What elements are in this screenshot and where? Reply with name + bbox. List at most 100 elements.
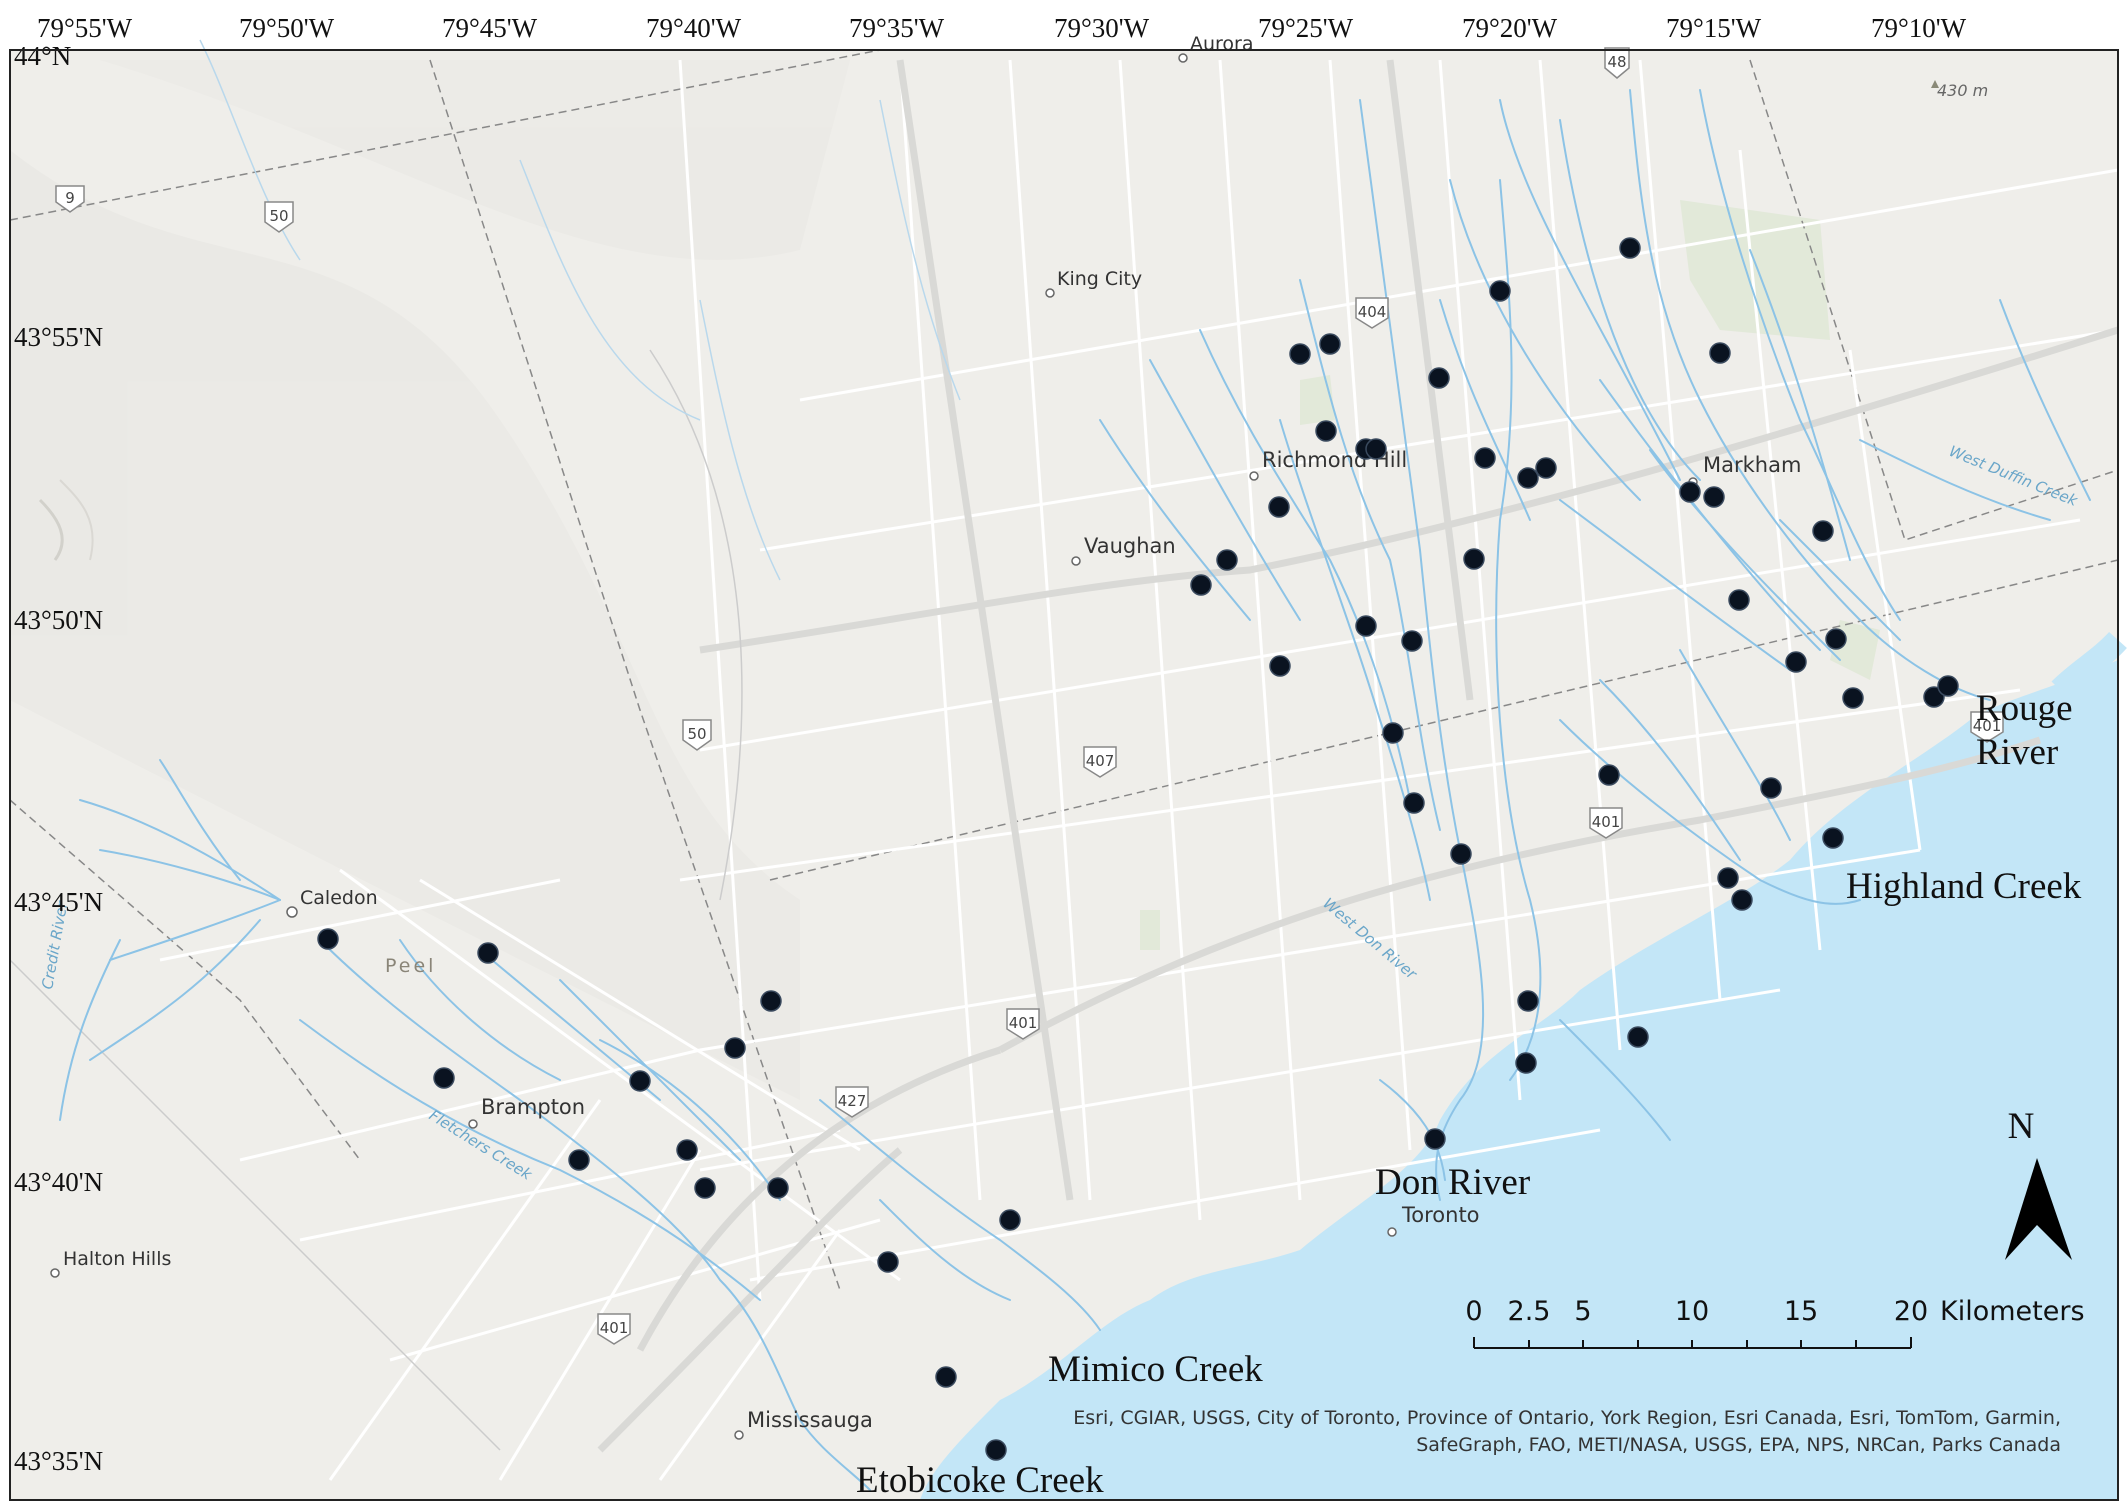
sampling-site <box>1517 990 1539 1012</box>
shield-9-label: 9 <box>65 189 75 207</box>
sampling-site <box>760 990 782 1012</box>
sampling-site <box>1627 1026 1649 1048</box>
label-etobicoke-creek: Etobicoke Creek <box>856 1460 1104 1501</box>
place-brampton: Brampton <box>481 1095 585 1119</box>
shield-401-west-label: 401 <box>600 1319 629 1337</box>
sampling-site <box>1424 1128 1446 1150</box>
north-arrow-label: N <box>2008 1106 2035 1147</box>
label-rouge-line1: Rouge <box>1976 688 2073 729</box>
label-mimico-creek: Mimico Creek <box>1048 1349 1263 1390</box>
lon-label-79-25: 79°25'W <box>1258 13 1354 43</box>
sampling-site <box>1709 342 1731 364</box>
label-rouge-line2: River <box>1976 732 2058 773</box>
sampling-site <box>1937 675 1959 697</box>
sampling-site <box>935 1366 957 1388</box>
place-aurora: Aurora <box>1190 33 1254 55</box>
lat-label-43-55: 43°55'N <box>14 322 103 352</box>
lon-label-79-30: 79°30'W <box>1054 13 1150 43</box>
sampling-site <box>1401 630 1423 652</box>
sampling-site <box>433 1067 455 1089</box>
sampling-site <box>1728 589 1750 611</box>
sampling-site <box>1619 237 1641 259</box>
shield-48-label: 48 <box>1607 53 1626 71</box>
sampling-site <box>1190 574 1212 596</box>
scale-tick-0: 0 <box>1465 1296 1482 1327</box>
place-caledon: Caledon <box>300 887 378 909</box>
sampling-site <box>477 942 499 964</box>
sampling-site <box>694 1177 716 1199</box>
shield-401-east-label: 401 <box>1592 813 1621 831</box>
scale-tick-2-5: 2.5 <box>1508 1296 1551 1327</box>
lon-label-79-35: 79°35'W <box>849 13 945 43</box>
shield-401-central-label: 401 <box>1009 1014 1038 1032</box>
sampling-site <box>1842 687 1864 709</box>
sampling-site <box>767 1177 789 1199</box>
shield-50-north-label: 50 <box>269 207 288 225</box>
sampling-site <box>1268 496 1290 518</box>
place-toronto: Toronto <box>1401 1203 1480 1227</box>
lon-label-79-10: 79°10'W <box>1871 13 1967 43</box>
lat-label-43-50: 43°50'N <box>14 605 103 635</box>
sampling-site <box>629 1070 651 1092</box>
lat-label-43-45: 43°45'N <box>14 887 103 917</box>
shield-50-south-label: 50 <box>687 725 706 743</box>
sampling-site <box>1760 777 1782 799</box>
lon-label-79-50: 79°50'W <box>239 13 335 43</box>
lat-label-43-40: 43°40'N <box>14 1167 103 1197</box>
sampling-site <box>1319 333 1341 355</box>
label-highland-creek: Highland Creek <box>1846 866 2082 907</box>
attribution-line2: SafeGraph, FAO, METI/NASA, USGS, EPA, NP… <box>1416 1434 2061 1456</box>
lon-label-79-55: 79°55'W <box>37 13 133 43</box>
sampling-site <box>1515 1052 1537 1074</box>
lon-label-79-20: 79°20'W <box>1462 13 1558 43</box>
sampling-site <box>1822 827 1844 849</box>
lat-label-44: 44°N <box>14 41 71 71</box>
sampling-site <box>1450 843 1472 865</box>
sampling-site <box>1315 420 1337 442</box>
label-don-river: Don River <box>1375 1162 1530 1203</box>
sampling-site <box>568 1149 590 1171</box>
sampling-site <box>1463 548 1485 570</box>
scale-tick-5: 5 <box>1574 1296 1591 1327</box>
region-label-peel: Peel <box>385 955 436 977</box>
sampling-site <box>1812 520 1834 542</box>
scale-tick-10: 10 <box>1675 1296 1709 1327</box>
sampling-site <box>1489 280 1511 302</box>
sampling-site <box>676 1139 698 1161</box>
sampling-site <box>1269 655 1291 677</box>
sampling-site <box>1535 457 1557 479</box>
sampling-site <box>1717 867 1739 889</box>
lon-label-79-15: 79°15'W <box>1666 13 1762 43</box>
sampling-site <box>1355 615 1377 637</box>
sampling-site <box>999 1209 1021 1231</box>
sampling-site <box>1289 343 1311 365</box>
sampling-site <box>1785 651 1807 673</box>
sampling-site <box>1703 486 1725 508</box>
attribution-line1: Esri, CGIAR, USGS, City of Toronto, Prov… <box>1073 1407 2061 1429</box>
sampling-site <box>1517 467 1539 489</box>
sampling-site <box>1474 447 1496 469</box>
scale-tick-15: 15 <box>1784 1296 1818 1327</box>
sampling-site <box>1403 792 1425 814</box>
place-mississauga: Mississauga <box>747 1408 873 1432</box>
place-king-city: King City <box>1057 268 1142 290</box>
place-markham: Markham <box>1703 453 1801 477</box>
sampling-site <box>1365 438 1387 460</box>
place-vaughan: Vaughan <box>1084 534 1176 558</box>
place-halton-hills: Halton Hills <box>63 1248 171 1270</box>
shield-404-label: 404 <box>1358 303 1387 321</box>
lat-label-43-35: 43°35'N <box>14 1446 103 1476</box>
sampling-site <box>1731 889 1753 911</box>
sampling-site <box>877 1251 899 1273</box>
shield-407-label: 407 <box>1086 752 1115 770</box>
sampling-site <box>1216 549 1238 571</box>
lon-label-79-40: 79°40'W <box>646 13 742 43</box>
sampling-site <box>1382 722 1404 744</box>
elevation-label: 430 m <box>1937 81 1988 100</box>
scale-tick-20: 20 <box>1894 1296 1928 1327</box>
sampling-site <box>317 928 339 950</box>
sampling-site <box>985 1439 1007 1461</box>
lon-label-79-45: 79°45'W <box>442 13 538 43</box>
sampling-site <box>1598 764 1620 786</box>
sampling-site <box>1428 367 1450 389</box>
